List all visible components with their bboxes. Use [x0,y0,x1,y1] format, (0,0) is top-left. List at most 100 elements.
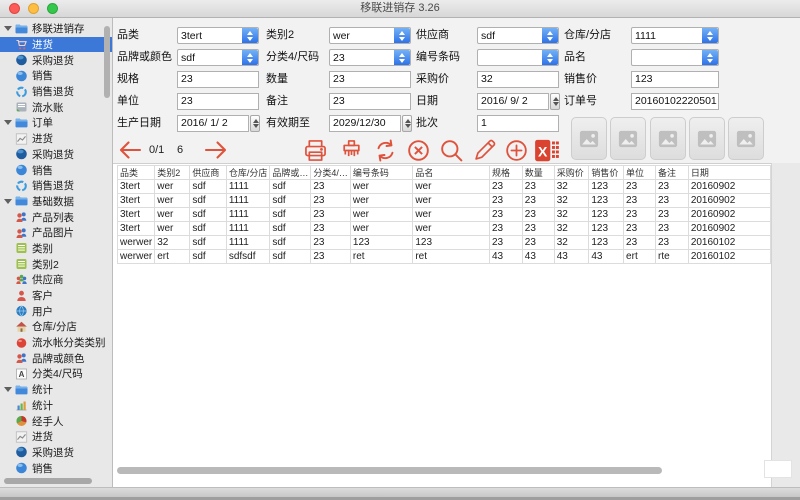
date-stepper[interactable] [250,115,260,132]
search-button[interactable] [438,137,465,164]
dropdown-arrows-icon[interactable] [702,28,718,43]
sidebar-item[interactable]: 移联进销存 [0,21,112,37]
dropdown-field[interactable] [477,49,559,66]
dropdown-field[interactable]: sdf [477,27,559,44]
column-header[interactable]: 供应商 [190,166,226,180]
sidebar-item[interactable]: 销售 [0,460,112,476]
text-field[interactable]: 20160102220501 [631,93,719,110]
column-header[interactable]: 品名 [413,166,490,180]
print-button[interactable] [302,137,329,164]
sidebar-item[interactable]: 统计 [0,398,112,414]
dropdown-arrows-icon[interactable] [542,50,558,65]
sidebar-item[interactable]: 类别2 [0,256,112,272]
sidebar-item[interactable]: 销售退货 [0,178,112,194]
sidebar-item[interactable]: 基础数据 [0,194,112,210]
refresh-button[interactable] [372,137,399,164]
table-row[interactable]: 3tertwersdf1111sdf23werwer23233212323232… [118,222,771,236]
export-excel-button[interactable]: X [534,137,561,164]
sidebar-item[interactable]: 流水账 [0,99,112,115]
sidebar-item[interactable]: 销售 [0,68,112,84]
disclosure-triangle-icon[interactable] [4,199,12,204]
sidebar-horizontal-scrollbar[interactable] [4,478,92,484]
table-row[interactable]: 3tertwersdf1111sdf23werwer23233212323232… [118,194,771,208]
date-stepper[interactable] [402,115,412,132]
dropdown-arrows-icon[interactable] [394,28,410,43]
column-header[interactable]: 品类 [118,166,155,180]
disclosure-triangle-icon[interactable] [4,387,12,392]
dropdown-arrows-icon[interactable] [394,50,410,65]
dropdown-arrows-icon[interactable] [242,50,258,65]
column-header[interactable]: 仓库/分店 [226,166,270,180]
column-header[interactable]: 分类4/… [311,166,351,180]
dropdown-field[interactable]: wer [329,27,411,44]
table-row[interactable]: 3tertwersdf1111sdf23werwer23233212323232… [118,180,771,194]
table-row[interactable]: werwer32sdf1111sdf2312312323233212323232… [118,236,771,250]
column-header[interactable]: 日期 [688,166,770,180]
sidebar-item[interactable]: 经手人 [0,413,112,429]
sidebar-item[interactable]: A分类4/尺码 [0,366,112,382]
column-header[interactable]: 编号条码 [350,166,412,180]
sidebar-item[interactable]: 供应商 [0,272,112,288]
sidebar-item[interactable]: 流水帐分类类别 [0,335,112,351]
clean-button[interactable] [338,137,365,164]
sidebar-item[interactable]: 产品列表 [0,209,112,225]
sidebar-item[interactable]: 产品图片 [0,225,112,241]
sidebar-vertical-scrollbar[interactable] [104,26,110,98]
disclosure-triangle-icon[interactable] [4,120,12,125]
text-field[interactable]: 1 [477,115,559,132]
table-row[interactable]: werwerertsdfsdfsdfsdf23retret43434343ert… [118,250,771,264]
text-field[interactable]: 23 [329,93,411,110]
sidebar-item[interactable]: 类别 [0,241,112,257]
add-button[interactable] [503,137,530,164]
product-image-slot[interactable] [650,117,686,160]
column-header[interactable]: 单位 [624,166,656,180]
sidebar-item[interactable]: 采购退货 [0,445,112,461]
dropdown-field[interactable]: sdf [177,49,259,66]
dropdown-field[interactable] [631,49,719,66]
product-image-slot[interactable] [728,117,764,160]
column-header[interactable]: 品牌或… [270,166,311,180]
column-header[interactable]: 规格 [489,166,522,180]
dropdown-field[interactable]: 1111 [631,27,719,44]
sidebar-item[interactable]: 客户 [0,288,112,304]
sidebar-item[interactable]: 统计 [0,382,112,398]
product-image-slot[interactable] [610,117,646,160]
sidebar-item[interactable]: 采购退货 [0,147,112,163]
sidebar-item[interactable]: 用户 [0,303,112,319]
sidebar-item[interactable]: 进货 [0,429,112,445]
date-field[interactable]: 2016/ 1/ 2 [177,115,249,132]
sidebar-item[interactable]: 采购退货 [0,52,112,68]
text-field[interactable]: 23 [329,71,411,88]
column-header[interactable]: 销售价 [589,166,624,180]
minimize-window-button[interactable] [28,3,39,14]
next-record-button[interactable] [203,137,229,163]
disclosure-triangle-icon[interactable] [4,26,12,31]
product-image-slot[interactable] [689,117,725,160]
close-window-button[interactable] [9,3,20,14]
text-field[interactable]: 32 [477,71,559,88]
dropdown-arrows-icon[interactable] [702,50,718,65]
dropdown-field[interactable]: 23 [329,49,411,66]
date-field[interactable]: 2029/12/30 [329,115,401,132]
sidebar-item[interactable]: 订单 [0,115,112,131]
sidebar-item[interactable]: 销售 [0,162,112,178]
column-header[interactable]: 采购价 [554,166,589,180]
dropdown-arrows-icon[interactable] [542,28,558,43]
dropdown-arrows-icon[interactable] [242,28,258,43]
dropdown-field[interactable]: 3tert [177,27,259,44]
product-image-slot[interactable] [571,117,607,160]
date-field[interactable]: 2016/ 9/ 2 [477,93,549,110]
column-header[interactable]: 数量 [522,166,554,180]
edit-button[interactable] [471,137,498,164]
sidebar-item[interactable]: 品牌或颜色 [0,350,112,366]
cancel-button[interactable] [405,137,432,164]
zoom-window-button[interactable] [47,3,58,14]
column-header[interactable]: 类别2 [155,166,190,180]
table-row[interactable]: 3tertwersdf1111sdf23werwer23233212323232… [118,208,771,222]
sidebar-item[interactable]: 仓库/分店 [0,319,112,335]
sidebar-item[interactable]: 进货 [0,131,112,147]
text-field[interactable]: 123 [631,71,719,88]
table-horizontal-scrollbar[interactable] [117,467,662,474]
text-field[interactable]: 23 [177,71,259,88]
sidebar-item[interactable]: 进货 [0,37,112,53]
